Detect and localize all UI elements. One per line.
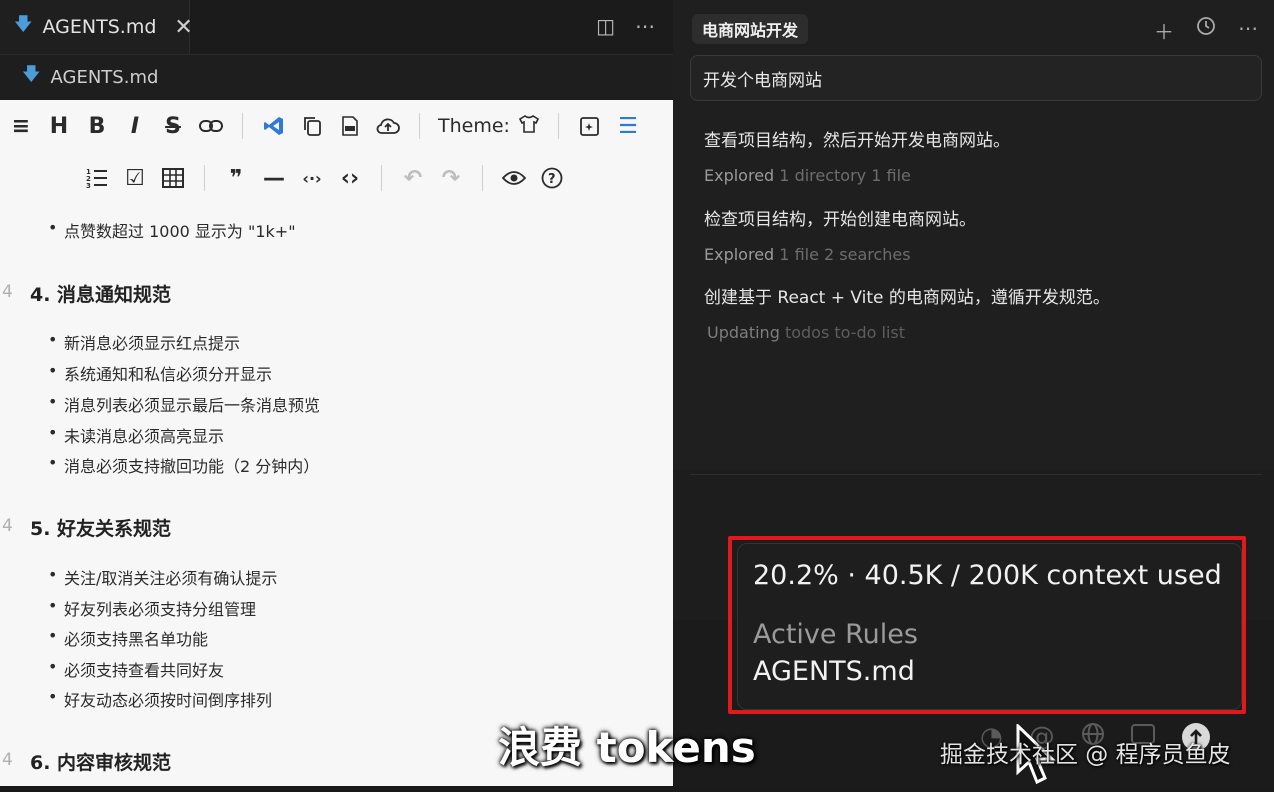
breadcrumb[interactable]: 🡇 AGENTS.md	[0, 55, 673, 99]
toolbar-divider	[557, 113, 559, 139]
list-item: 好友列表必须支持分组管理	[0, 596, 256, 620]
chat-divider	[690, 466, 1262, 475]
vscode-icon[interactable]	[261, 112, 287, 140]
redo-icon[interactable]: ↷	[438, 164, 464, 192]
heading-icon[interactable]: H	[46, 112, 72, 140]
chat-actions: ＋ ⋯	[1154, 16, 1258, 45]
undo-icon[interactable]: ↶	[400, 164, 426, 192]
section-heading: 4. 消息通知规范	[30, 284, 172, 306]
copy-icon[interactable]	[299, 112, 325, 140]
toolbar-divider	[381, 165, 382, 191]
highlight-box	[728, 536, 1246, 714]
quote-icon[interactable]: ❞	[223, 164, 249, 192]
watermark: 掘金技术社区 @ 程序员鱼皮	[940, 742, 1231, 768]
help-icon[interactable]: ?	[539, 164, 565, 192]
svg-text:?: ?	[548, 172, 556, 187]
close-icon[interactable]: ✕	[174, 15, 192, 40]
activity-detail: todos to-do list	[784, 323, 906, 342]
table-icon[interactable]	[160, 164, 186, 192]
theme-label: Theme:	[438, 115, 510, 137]
line-number: 4	[2, 750, 13, 770]
tab-actions: ◫ ⋯	[596, 14, 655, 38]
link-icon[interactable]	[198, 112, 224, 140]
editor-tab-bar: 🡇 AGENTS.md ✕ ◫ ⋯	[0, 0, 673, 55]
assistant-message: 检查项目结构，开始创建电商网站。	[704, 210, 976, 230]
list-item: 系统通知和私信必须分开显示	[0, 361, 272, 385]
more-icon[interactable]: ⋯	[1238, 16, 1258, 45]
list-item: 消息列表必须显示最后一条消息预览	[0, 392, 320, 416]
markdown-toolbar-row1: ≡ H B I S Theme: ☰	[8, 112, 641, 140]
section-heading: 5. 好友关系规范	[30, 518, 172, 540]
user-prompt[interactable]: 开发个电商网站	[690, 55, 1262, 101]
list-item: 新消息必须显示红点提示	[0, 330, 240, 354]
ai-sparkle-icon[interactable]	[577, 112, 603, 140]
cloud-upload-icon[interactable]	[375, 112, 401, 140]
toolbar-divider	[482, 165, 483, 191]
tool-activity[interactable]: Updating todos to-do list	[707, 323, 905, 342]
breadcrumb-label: AGENTS.md	[50, 66, 159, 88]
tool-activity[interactable]: Explored 1 file 2 searches	[704, 245, 911, 264]
bold-icon[interactable]: B	[84, 112, 110, 140]
assistant-message: 创建基于 React + Vite 的电商网站，遵循开发规范。	[704, 288, 1110, 308]
theme-selector[interactable]: Theme:	[438, 113, 540, 140]
toolbar-divider	[419, 113, 420, 139]
line-number: 4	[2, 282, 13, 302]
code-block-icon[interactable]: ‹›	[337, 164, 363, 192]
list-item: 必须支持黑名单功能	[0, 626, 208, 650]
section-heading: 6. 内容审核规范	[30, 752, 172, 774]
list-item: 点赞数超过 1000 显示为 "1k+"	[0, 218, 296, 242]
shirt-icon	[518, 113, 540, 140]
activity-lead: Explored	[704, 245, 775, 264]
assistant-message: 查看项目结构，然后开始开发电商网站。	[704, 131, 1010, 151]
ordered-list-icon[interactable]: 123	[84, 164, 110, 192]
activity-lead: Updating	[707, 323, 780, 342]
svg-text:3: 3	[86, 182, 91, 189]
tab-label: AGENTS.md	[42, 16, 157, 38]
horizontal-rule-icon[interactable]: —	[261, 164, 287, 192]
activity-detail: 1 file 2 searches	[779, 245, 911, 264]
italic-icon[interactable]: I	[122, 112, 148, 140]
list-item: 必须支持查看共同好友	[0, 657, 224, 681]
markdown-file-icon: 🡇	[14, 14, 33, 35]
history-icon[interactable]	[1196, 16, 1216, 45]
inline-code-icon[interactable]: ‹·›	[299, 164, 325, 192]
list-item: 好友动态必须按时间倒序排列	[0, 687, 272, 711]
split-editor-icon[interactable]: ◫	[596, 14, 615, 38]
checkbox-icon[interactable]: ☑	[122, 164, 148, 192]
list-item: 未读消息必须高亮显示	[0, 423, 224, 447]
line-number: 4	[2, 516, 13, 536]
align-icon[interactable]: ≡	[8, 112, 34, 140]
activity-lead: Explored	[704, 166, 775, 185]
outline-list-icon[interactable]: ☰	[615, 112, 641, 140]
tab-agents-md[interactable]: 🡇 AGENTS.md ✕	[0, 0, 193, 54]
toolbar-divider	[242, 113, 243, 139]
markdown-toolbar-row2: 123 ☑ ❞ — ‹·› ‹› ↶ ↷ ?	[84, 164, 565, 192]
eye-icon[interactable]	[501, 164, 527, 192]
markdown-file-icon: 🡇	[22, 64, 41, 85]
plus-icon[interactable]: ＋	[1154, 16, 1174, 45]
more-icon[interactable]: ⋯	[635, 14, 655, 38]
pdf-icon[interactable]	[337, 112, 363, 140]
activity-detail: 1 directory 1 file	[779, 166, 911, 185]
list-item: 关注/取消关注必须有确认提示	[0, 565, 277, 589]
strikethrough-icon[interactable]: S	[160, 112, 186, 140]
toolbar-divider	[204, 165, 205, 191]
chat-title-tab[interactable]: 电商网站开发	[692, 14, 809, 44]
list-item: 消息必须支持撤回功能（2 分钟内）	[0, 453, 319, 477]
video-caption: 浪费 tokens	[498, 723, 756, 772]
tool-activity[interactable]: Explored 1 directory 1 file	[704, 166, 911, 185]
